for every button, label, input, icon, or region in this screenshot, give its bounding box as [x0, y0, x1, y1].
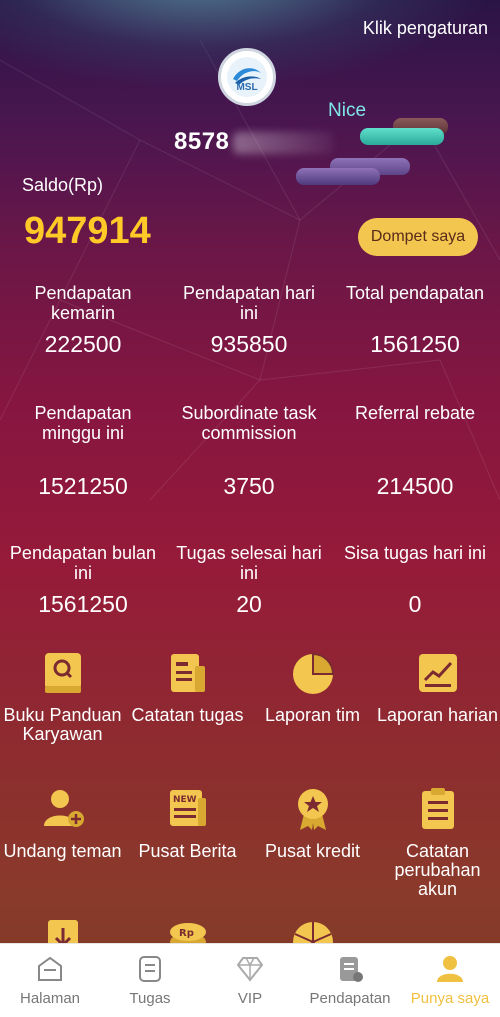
stat-value: 935850 — [210, 331, 288, 357]
stat-label: Tugas selesai hari ini — [176, 543, 322, 583]
tab-label: Pendapatan — [309, 990, 391, 1007]
menu-item-invite-friends[interactable]: Undang teman — [0, 786, 125, 899]
tab-label: Tugas — [129, 990, 171, 1007]
stats-row: Pendapatan bulan ini 1561250 Tugas seles… — [0, 543, 500, 618]
stat-value: 20 — [236, 591, 262, 617]
diamond-icon — [236, 957, 264, 982]
stat-value: 222500 — [44, 331, 122, 357]
stats-row: Pendapatan kemarin 222500 Pendapatan har… — [0, 283, 500, 358]
bottom-tab-bar: Halaman Tugas VIP Pendapatan Punya saya — [0, 943, 500, 1017]
menu-label: Laporan tim — [264, 705, 361, 725]
stats-row: Pendapatan minggu ini 1521250 Subordinat… — [0, 403, 500, 500]
menu-item-account-changes[interactable]: Catatan perubahan akun — [375, 786, 500, 899]
tab-label: Halaman — [19, 990, 81, 1007]
decor-bar — [296, 168, 380, 185]
stat-value: 1561250 — [370, 331, 460, 357]
pie-chart-icon — [292, 652, 334, 694]
stat-label: Referral rebate — [354, 403, 476, 423]
logo-text: MSL — [236, 82, 258, 93]
stat-value: 0 — [408, 591, 422, 617]
book-icon — [44, 653, 81, 693]
menu-item-daily-report[interactable]: Laporan harian — [375, 650, 500, 744]
line-chart-icon — [418, 654, 457, 692]
menu-item-news-center[interactable]: NEW Pusat Berita — [125, 786, 250, 899]
profile-icon — [437, 956, 463, 982]
app-logo: MSL — [218, 48, 276, 106]
notes-icon — [170, 654, 205, 692]
stat-label: Subordinate task commission — [181, 403, 317, 443]
menu-label: Laporan harian — [376, 705, 499, 725]
stat-today: Pendapatan hari ini 935850 — [166, 283, 332, 358]
tab-income[interactable]: Pendapatan — [300, 944, 400, 1017]
stat-total: Total pendapatan 1561250 — [332, 283, 498, 358]
menu-label: Pusat Berita — [138, 841, 237, 861]
nice-badge: Nice — [328, 100, 367, 121]
tab-vip[interactable]: VIP — [200, 944, 300, 1017]
menu-label: Undang teman — [3, 841, 122, 861]
tab-home[interactable]: Halaman — [0, 944, 100, 1017]
menu-label: Buku Panduan Karyawan — [3, 705, 122, 744]
menu-grid-row: Buku Panduan Karyawan Catatan tugas Lapo… — [0, 650, 500, 744]
tab-label: Punya saya — [410, 990, 490, 1007]
menu-grid-row: Undang teman NEW Pusat Berita Pusat kred… — [0, 786, 500, 899]
wallet-button[interactable]: Dompet saya — [358, 218, 478, 256]
stat-value: 3750 — [223, 473, 275, 499]
stat-label: Total pendapatan — [345, 283, 485, 303]
menu-item-team-report[interactable]: Laporan tim — [250, 650, 375, 744]
stat-label: Sisa tugas hari ini — [343, 543, 487, 563]
decor-bar — [360, 128, 444, 145]
tab-profile[interactable]: Punya saya — [400, 944, 500, 1017]
tab-label: VIP — [237, 990, 263, 1007]
menu-item-task-notes[interactable]: Catatan tugas — [125, 650, 250, 744]
clipboard-icon — [421, 788, 454, 829]
menu-item-credit-center[interactable]: Pusat kredit — [250, 786, 375, 899]
stat-week: Pendapatan minggu ini 1521250 — [0, 403, 166, 500]
balance-value: 947914 — [24, 210, 151, 252]
stat-month: Pendapatan bulan ini 1561250 — [0, 543, 166, 618]
medal-icon — [297, 789, 328, 830]
stat-label: Pendapatan minggu ini — [34, 403, 132, 443]
balance-label: Saldo(Rp) — [22, 175, 104, 195]
task-icon — [139, 956, 161, 982]
menu-label: Catatan perubahan akun — [394, 841, 481, 899]
account-number-redacted — [233, 131, 334, 154]
income-icon — [340, 957, 363, 982]
account-number-prefix: 8578 — [174, 128, 230, 155]
stat-label: Pendapatan hari ini — [182, 283, 316, 323]
menu-item-employee-guide[interactable]: Buku Panduan Karyawan — [0, 650, 125, 744]
stat-value: 1521250 — [38, 473, 128, 499]
stat-label: Pendapatan bulan ini — [9, 543, 157, 583]
stat-referral-rebate: Referral rebate 214500 — [332, 403, 498, 500]
settings-link[interactable]: Klik pengaturan — [363, 18, 488, 39]
menu-label: Catatan tugas — [131, 705, 244, 725]
svg-text:Rp: Rp — [179, 928, 194, 939]
stat-subordinate-commission: Subordinate task commission 3750 — [166, 403, 332, 500]
stat-value: 1561250 — [38, 591, 128, 617]
tab-tasks[interactable]: Tugas — [100, 944, 200, 1017]
stat-tasks-remaining: Sisa tugas hari ini 0 — [332, 543, 498, 618]
stat-tasks-done: Tugas selesai hari ini 20 — [166, 543, 332, 618]
add-user-icon — [43, 790, 84, 827]
home-icon — [38, 956, 62, 981]
stat-yesterday: Pendapatan kemarin 222500 — [0, 283, 166, 358]
menu-label: Pusat kredit — [264, 841, 361, 861]
account-number: 8578 — [174, 128, 334, 156]
news-icon: NEW — [169, 790, 206, 826]
svg-text:NEW: NEW — [173, 795, 197, 805]
stat-value: 214500 — [376, 473, 454, 499]
stat-label: Pendapatan kemarin — [34, 283, 132, 323]
